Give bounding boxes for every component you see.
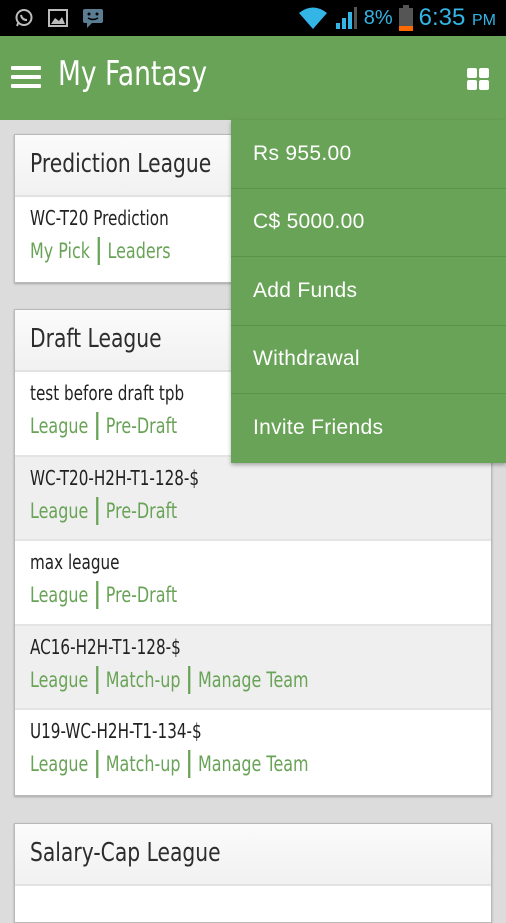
divider <box>95 496 99 525</box>
clock-time: 6:35 <box>418 4 466 31</box>
card-header: Salary-Cap League <box>15 824 491 886</box>
page-title: My Fantasy <box>58 54 208 94</box>
section-title: Prediction League <box>30 149 212 179</box>
league-links: League Match-up Manage Team <box>30 750 309 778</box>
my-pick-link[interactable]: My Pick <box>30 239 90 263</box>
league-link[interactable]: League <box>30 414 88 438</box>
manage-team-link[interactable]: Manage Team <box>198 668 309 692</box>
divider <box>95 581 99 609</box>
league-row: AC16-H2H-T1-128-$ League Match-up Manage T… <box>15 625 491 710</box>
battery-icon <box>398 5 413 31</box>
section-title: Draft League <box>30 324 162 354</box>
divider <box>97 237 100 265</box>
league-link[interactable]: League <box>30 499 88 523</box>
league-name: U19-WC-H2H-T1-134-$ <box>30 719 202 743</box>
system-indicators: 8% 6:35 PM <box>298 4 496 32</box>
withdrawal-item[interactable]: Withdrawal <box>231 326 506 394</box>
league-links: My Pick Leaders <box>30 237 171 265</box>
leaders-link[interactable]: Leaders <box>107 239 170 263</box>
balance-credits-item[interactable]: C$ 5000.00 <box>231 189 506 257</box>
league-row: WC-T20-H2H-T1-128-$ League Pre-Draft <box>15 456 491 541</box>
league-name: max league <box>30 550 120 574</box>
manage-team-link[interactable]: Manage Team <box>198 752 309 776</box>
league-links: League Pre-Draft <box>30 412 177 440</box>
invite-friends-item[interactable]: Invite Friends <box>231 394 506 463</box>
pre-draft-link[interactable]: Pre-Draft <box>106 583 177 607</box>
league-name: AC16-H2H-T1-128-$ <box>30 634 181 659</box>
league-link[interactable]: League <box>30 583 88 607</box>
divider <box>95 665 99 694</box>
divider <box>188 665 191 694</box>
league-links: League Pre-Draft <box>30 496 177 525</box>
clock-ampm: PM <box>472 12 496 29</box>
account-dropdown-menu: Rs 955.00 C$ 5000.00 Add Funds Withdrawa… <box>231 120 506 463</box>
gallery-icon <box>48 9 68 27</box>
hamburger-menu-icon[interactable] <box>11 66 41 88</box>
section-title: Salary-Cap League <box>30 838 221 868</box>
league-name: test before draft tpb <box>30 381 185 405</box>
divider <box>95 412 99 440</box>
add-funds-item[interactable]: Add Funds <box>231 257 506 326</box>
status-bar: 8% 6:35 PM <box>0 0 506 36</box>
league-row: U19-WC-H2H-T1-134-$ League Match-up Manage… <box>15 710 491 795</box>
league-links: League Pre-Draft <box>30 581 177 609</box>
match-up-link[interactable]: Match-up <box>106 668 181 692</box>
league-links: League Match-up Manage Team <box>30 665 309 694</box>
divider <box>95 750 99 778</box>
balance-inr-item[interactable]: Rs 955.00 <box>231 120 506 189</box>
message-icon <box>83 9 103 28</box>
grid-icon[interactable] <box>467 68 489 90</box>
clock: 6:35 PM <box>419 4 496 32</box>
pre-draft-link[interactable]: Pre-Draft <box>106 414 177 438</box>
league-link[interactable]: League <box>30 752 88 776</box>
whatsapp-icon <box>15 9 33 27</box>
match-up-link[interactable]: Match-up <box>106 752 181 776</box>
divider <box>188 750 191 778</box>
notification-icons <box>14 7 104 29</box>
app-bar: My Fantasy <box>0 36 506 120</box>
signal-icon <box>335 7 357 29</box>
league-name: WC-T20 Prediction <box>30 206 169 230</box>
wifi-icon <box>298 7 327 29</box>
salary-cap-league-card: Salary-Cap League <box>14 823 492 923</box>
battery-percent: 8% <box>363 6 393 29</box>
league-row: max league League Pre-Draft <box>15 541 491 626</box>
league-name: WC-T20-H2H-T1-128-$ <box>30 465 200 490</box>
league-link[interactable]: League <box>30 668 88 692</box>
pre-draft-link[interactable]: Pre-Draft <box>106 499 177 523</box>
